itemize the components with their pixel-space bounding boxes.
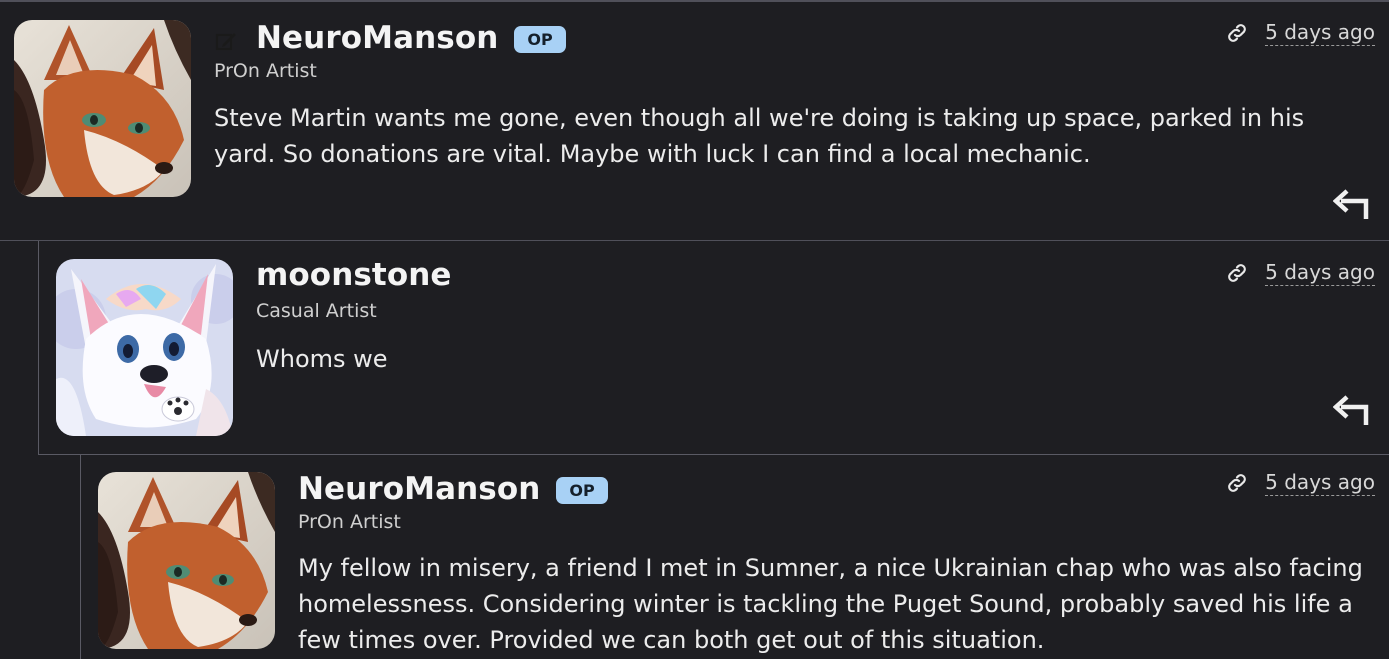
comment-body: Steve Martin wants me gone, even though …	[214, 104, 1305, 168]
avatar[interactable]	[14, 20, 191, 197]
link-icon[interactable]	[1225, 261, 1249, 285]
comment-header: NeuroManson OP	[214, 20, 566, 56]
comment-header: NeuroManson OP	[298, 471, 608, 507]
comment-header: moonstone	[256, 257, 452, 293]
comment: moonstone Casual Artist 5 days ago Whoms…	[38, 241, 1389, 455]
comment-body: My fellow in misery, a friend I met in S…	[298, 554, 1363, 654]
user-title: PrOn Artist	[298, 511, 401, 533]
user-title: PrOn Artist	[214, 60, 317, 82]
reply-icon[interactable]	[1333, 187, 1369, 221]
link-icon[interactable]	[1225, 471, 1249, 495]
timestamp[interactable]: 5 days ago	[1265, 259, 1375, 286]
edit-icon[interactable]	[214, 29, 238, 53]
comment-body: Whoms we	[256, 345, 388, 373]
avatar[interactable]	[56, 259, 233, 436]
comment-meta: 5 days ago	[1225, 19, 1375, 46]
user-title: Casual Artist	[256, 300, 377, 322]
comment-meta: 5 days ago	[1225, 259, 1375, 286]
comment-thread: NeuroManson OP PrOn Artist 5 days ago St…	[0, 0, 1389, 659]
link-icon[interactable]	[1225, 21, 1249, 45]
op-badge: OP	[556, 476, 608, 504]
comment-meta: 5 days ago	[1225, 469, 1375, 496]
avatar[interactable]	[98, 472, 275, 649]
op-badge: OP	[514, 25, 566, 53]
timestamp[interactable]: 5 days ago	[1265, 19, 1375, 46]
comment: NeuroManson OP PrOn Artist 5 days ago My…	[80, 455, 1389, 659]
username[interactable]: NeuroManson	[256, 20, 498, 56]
timestamp[interactable]: 5 days ago	[1265, 469, 1375, 496]
username[interactable]: moonstone	[256, 257, 452, 293]
username[interactable]: NeuroManson	[298, 471, 540, 507]
reply-icon[interactable]	[1333, 393, 1369, 427]
comment: NeuroManson OP PrOn Artist 5 days ago St…	[0, 0, 1389, 241]
